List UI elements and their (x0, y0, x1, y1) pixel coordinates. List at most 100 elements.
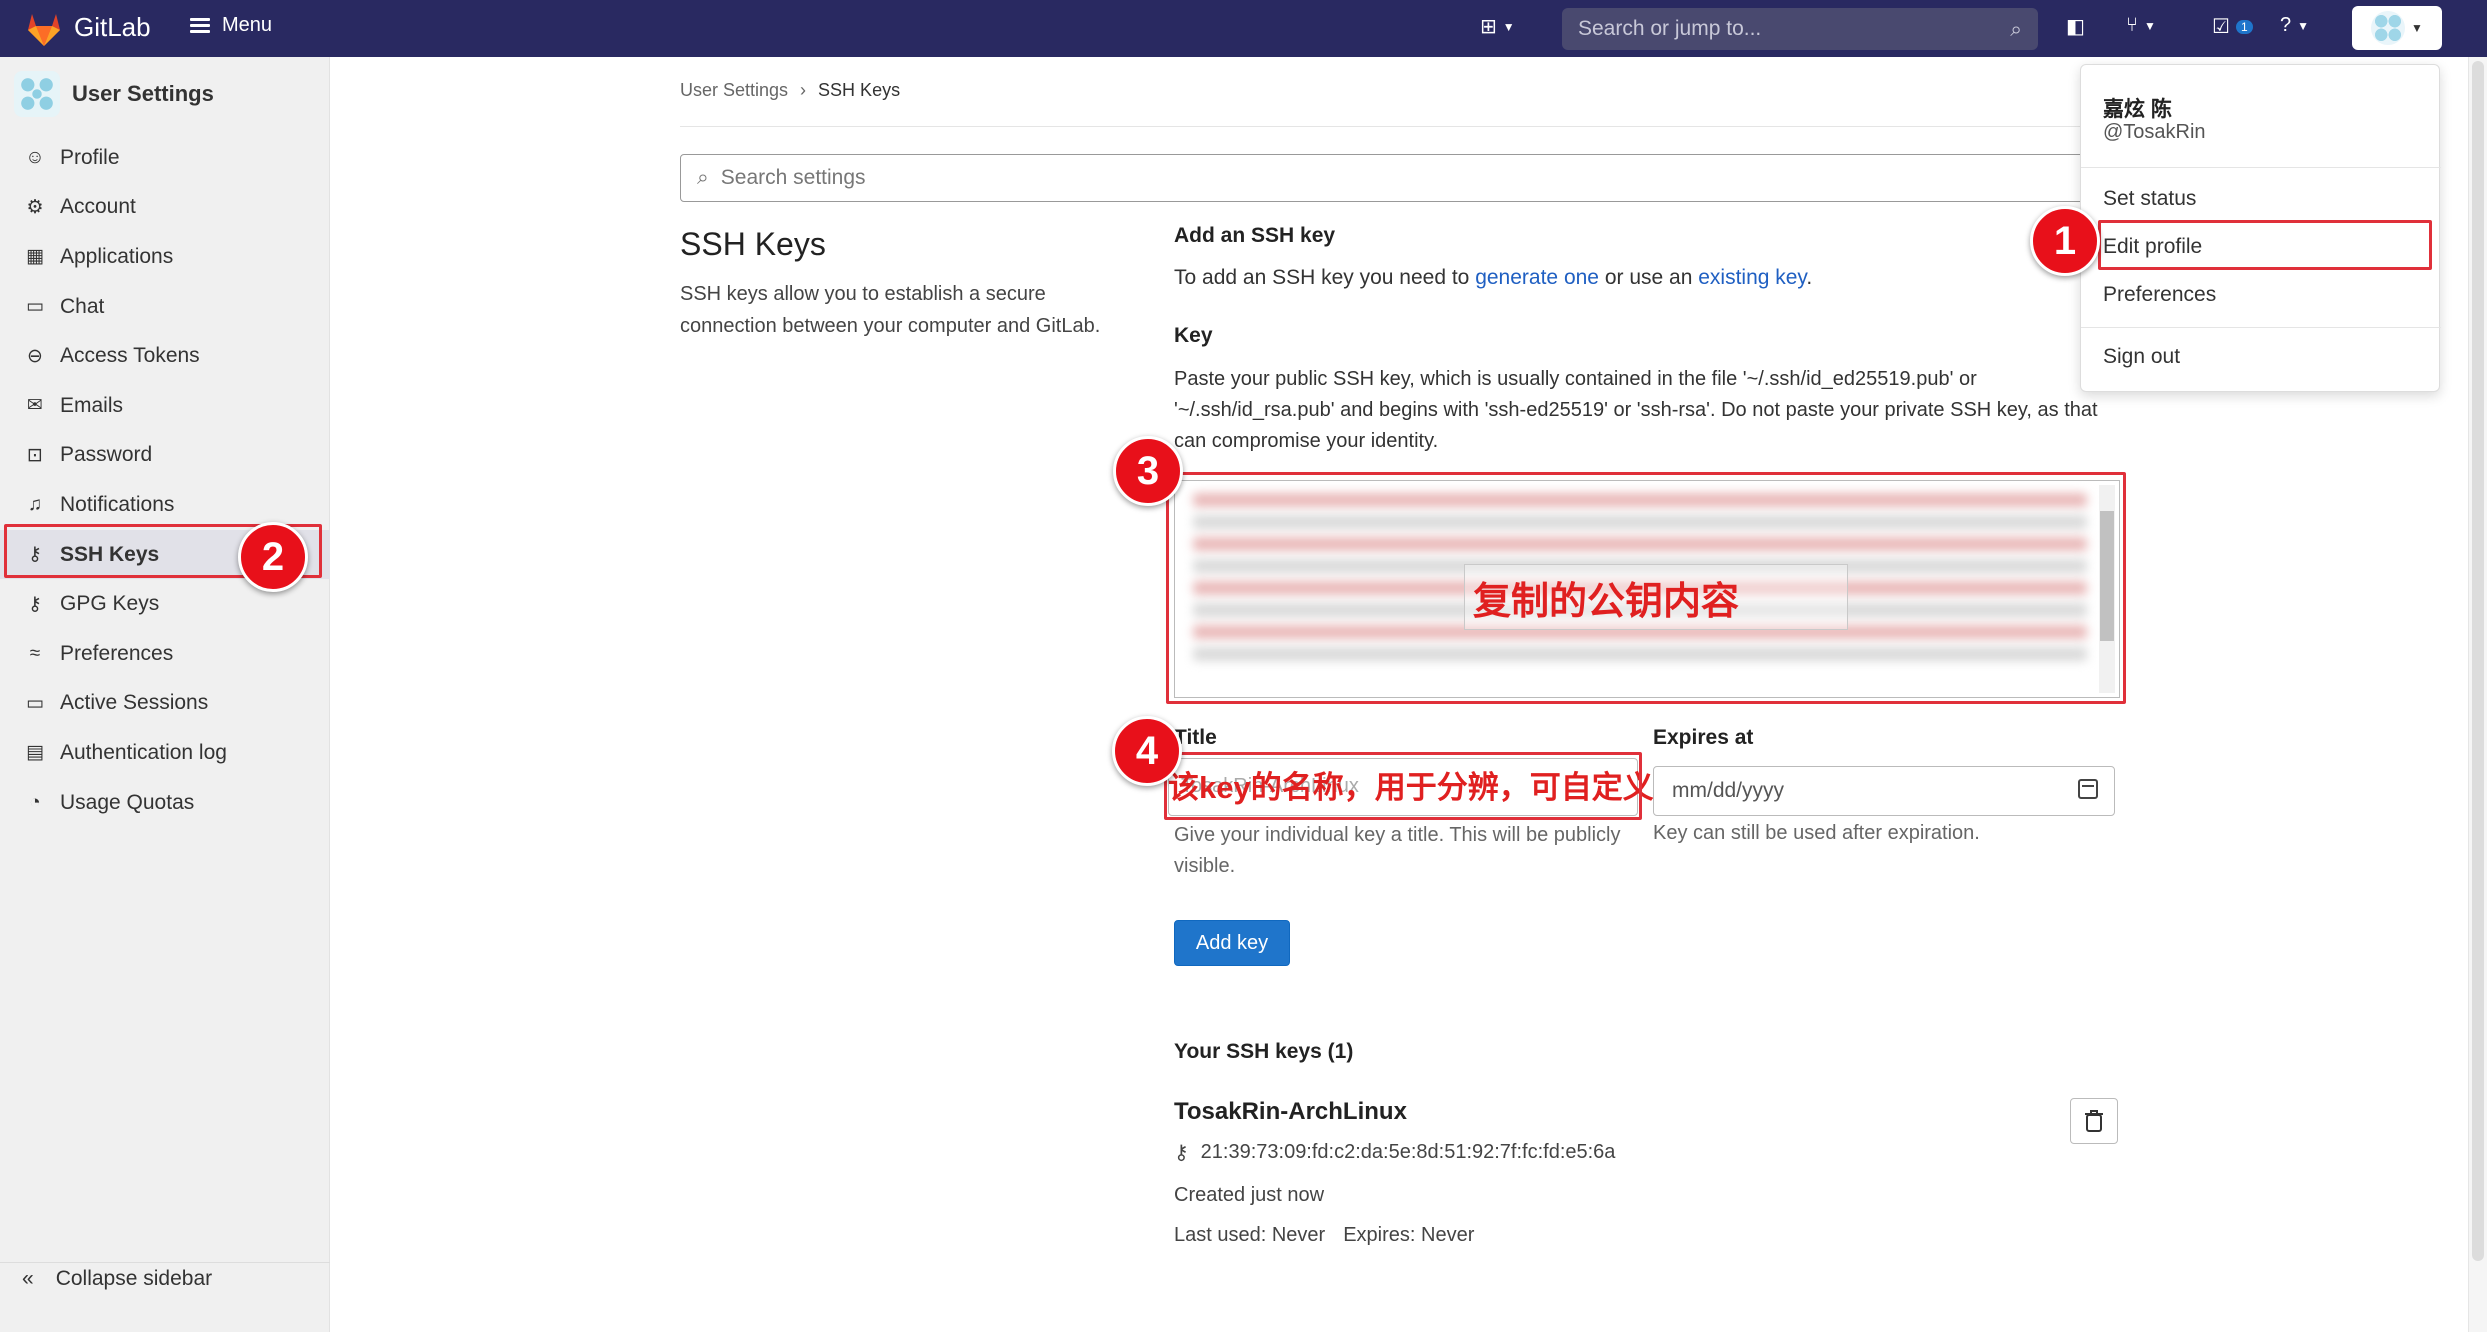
sidebar-item-label: Profile (60, 145, 120, 169)
log-icon: ▤ (26, 742, 44, 764)
user-settings-avatar (14, 71, 60, 117)
sidebar-header[interactable]: User Settings (14, 71, 214, 117)
todos-button[interactable]: ☑ 1 (2212, 14, 2253, 39)
add-key-intro-text: To add an SSH key you need to (1174, 266, 1476, 289)
dropdown-divider (2081, 167, 2441, 168)
page-scroll-thumb[interactable] (2472, 61, 2484, 1261)
preferences-icon: ≈ (29, 642, 41, 664)
ssh-key-usage: Last used: Never Expires: Never (1174, 1224, 1474, 1247)
existing-key-link[interactable]: existing key (1698, 266, 1806, 289)
sidebar-item-access-tokens[interactable]: ⊖ Access Tokens (0, 331, 330, 381)
sidebar-item-active-sessions[interactable]: ▭ Active Sessions (0, 679, 330, 729)
profile-icon: ☺ (25, 146, 45, 168)
breadcrumb-separator: › (800, 80, 807, 100)
chevron-down-icon: ▼ (2411, 21, 2423, 35)
sidebar-item-chat[interactable]: ▭ Chat (0, 282, 330, 332)
chevron-down-icon: ▼ (2144, 18, 2156, 33)
sidebar-item-label: Active Sessions (60, 691, 209, 715)
sidebar-divider (0, 1262, 330, 1263)
monitor-icon: ▭ (26, 692, 44, 714)
plus-square-icon: ⊞ (1480, 16, 1497, 38)
sidebar-item-applications[interactable]: ▦ Applications (0, 232, 330, 282)
chat-icon: ▭ (26, 296, 44, 318)
last-used-text: Last used: Never (1174, 1224, 1326, 1246)
preferences-item[interactable]: Preferences (2103, 283, 2216, 307)
sign-out-item[interactable]: Sign out (2103, 345, 2180, 369)
sidebar-item-password[interactable]: ⊡ Password (0, 431, 330, 481)
search-icon: ⌕ (697, 166, 709, 189)
issues-icon: ◧ (2066, 16, 2085, 38)
sidebar-item-label: Preferences (60, 641, 174, 665)
expires-text: Expires: Never (1343, 1224, 1475, 1246)
sidebar-item-label: Access Tokens (60, 344, 200, 368)
section-description: SSH keys allow you to establish a secure… (680, 283, 1101, 337)
sidebar-item-label: Applications (60, 244, 174, 268)
key-help-text: Paste your public SSH key, which is usua… (1174, 368, 2098, 452)
sidebar-item-preferences[interactable]: ≈ Preferences (0, 629, 330, 679)
token-icon: ⊖ (27, 345, 43, 367)
annotation-number-4: 4 (1112, 716, 1182, 786)
gitlab-logo-icon[interactable] (24, 10, 64, 48)
set-status-item[interactable]: Set status (2103, 187, 2196, 211)
breadcrumb-ssh-keys[interactable]: SSH Keys (818, 80, 900, 101)
settings-search-input[interactable]: ⌕ Search settings (680, 154, 2120, 202)
avatar (2371, 11, 2406, 45)
calendar-icon[interactable] (2078, 779, 2098, 799)
sidebar-item-label: Usage Quotas (60, 790, 195, 814)
brand-name[interactable]: GitLab (74, 12, 151, 43)
chevron-down-icon: ▼ (2297, 18, 2310, 33)
sidebar-item-usage-quotas[interactable]: ◔ Usage Quotas (0, 778, 330, 828)
sidebar-item-account[interactable]: ⚙ Account (0, 183, 330, 233)
menu-button[interactable]: Menu (190, 14, 272, 37)
generate-one-link[interactable]: generate one (1475, 266, 1599, 289)
issues-button[interactable]: ◧ (2066, 14, 2085, 39)
todo-icon: ☑ (2212, 16, 2230, 38)
sidebar-item-label: GPG Keys (60, 592, 160, 616)
sidebar-item-label: Password (60, 443, 153, 467)
help-icon: ? (2280, 14, 2292, 36)
global-search-input[interactable]: Search or jump to... ⌕ (1562, 8, 2038, 50)
key-icon: ⚷ (1174, 1142, 1189, 1164)
trash-icon (2085, 1110, 2103, 1132)
sidebar: User Settings ☺ Profile ⚙ Account ▦ Applica… (0, 57, 330, 1332)
expires-help-text: Key can still be used after expiration. (1653, 822, 1980, 844)
dropdown-divider (2081, 327, 2441, 328)
user-display-name[interactable]: 嘉炫 陈 (2103, 93, 2172, 123)
add-key-intro-text: . (1806, 266, 1813, 289)
breadcrumb-user-settings[interactable]: User Settings (680, 80, 788, 101)
add-key-intro: To add an SSH key you need to generate o… (1174, 266, 1812, 290)
sidebar-item-authentication-log[interactable]: ▤ Authentication log (0, 728, 330, 778)
annotation-box-key (1166, 472, 2126, 704)
add-key-button[interactable]: Add key (1174, 920, 1290, 966)
hamburger-icon (190, 17, 210, 34)
new-dropdown-button[interactable]: ⊞ ▼ (1480, 14, 1515, 39)
lock-icon: ⊡ (27, 444, 43, 466)
collapse-sidebar-button[interactable]: « Collapse sidebar (22, 1267, 212, 1291)
expires-placeholder: mm/dd/yyyy (1672, 779, 1785, 802)
sidebar-item-emails[interactable]: ✉ Emails (0, 381, 330, 431)
add-key-heading: Add an SSH key (1174, 224, 1336, 247)
delete-key-button[interactable] (2070, 1098, 2118, 1144)
page-scrollbar[interactable] (2468, 57, 2487, 1332)
user-handle[interactable]: @TosakRin (2103, 121, 2206, 144)
merge-requests-button[interactable]: ⑂ ▼ (2126, 14, 2156, 37)
settings-search-placeholder: Search settings (720, 166, 866, 189)
annotation-number-2: 2 (238, 522, 308, 592)
search-placeholder: Search or jump to... (1578, 17, 1762, 40)
merge-request-icon: ⑂ (2126, 14, 2138, 36)
sidebar-item-profile[interactable]: ☺ Profile (0, 133, 330, 183)
key-label: Key (1174, 324, 1213, 347)
mail-icon: ✉ (27, 395, 43, 417)
help-button[interactable]: ? ▼ (2280, 14, 2309, 37)
sidebar-item-label: Authentication log (60, 740, 227, 764)
chevron-down-icon: ▼ (1502, 19, 1515, 34)
user-menu-button[interactable]: ▼ (2352, 6, 2442, 50)
fingerprint-text: 21:39:73:09:fd:c2:da:5e:8d:51:92:7f:fc:f… (1200, 1141, 1616, 1163)
sidebar-item-label: Notifications (60, 492, 175, 516)
your-ssh-keys-heading: Your SSH keys (1) (1174, 1040, 1354, 1063)
search-icon: ⌕ (2010, 18, 2022, 41)
expires-date-input[interactable]: mm/dd/yyyy (1653, 766, 2115, 816)
ssh-key-title[interactable]: TosakRin-ArchLinux (1174, 1098, 1407, 1126)
quota-icon: ◔ (29, 791, 41, 813)
annotation-number-1: 1 (2030, 206, 2100, 276)
